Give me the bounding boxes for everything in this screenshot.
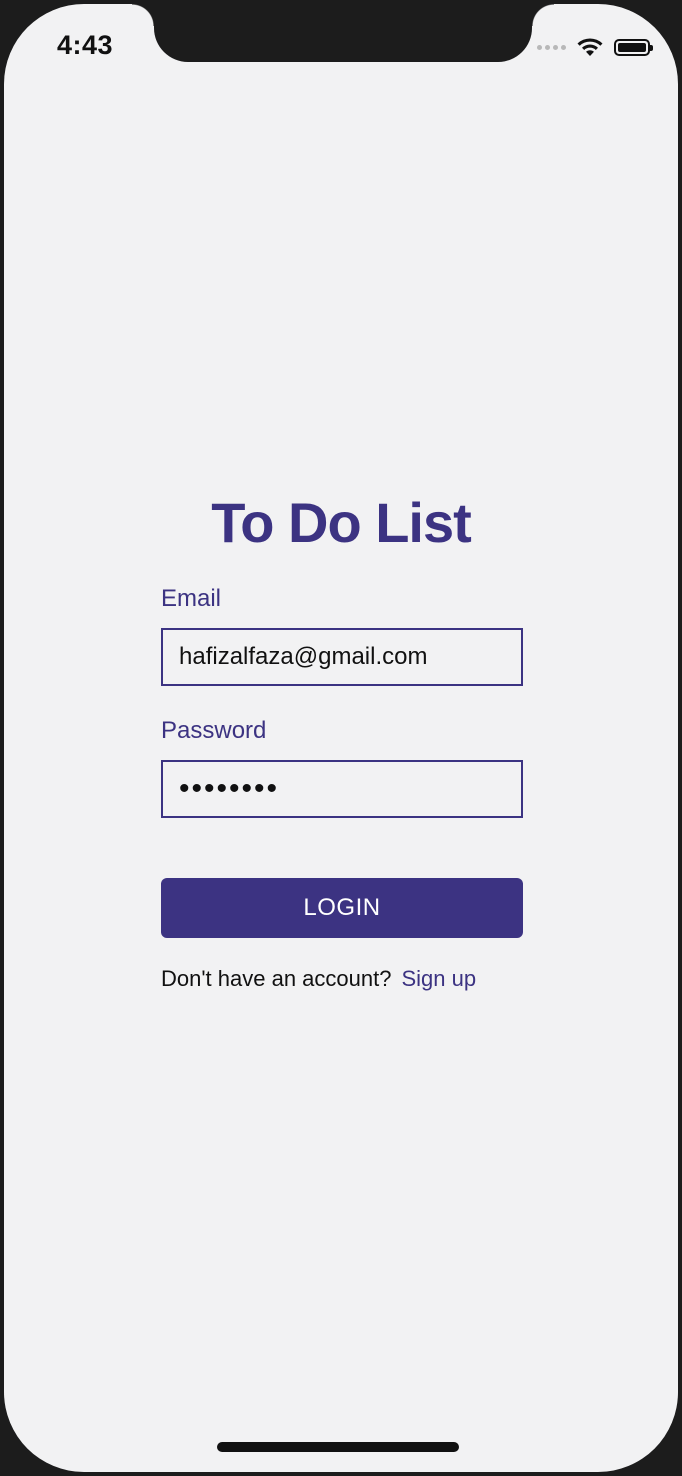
status-icons <box>537 36 654 58</box>
app-title: To Do List <box>211 491 472 554</box>
home-indicator[interactable] <box>217 1442 459 1452</box>
login-button[interactable]: LOGIN <box>161 878 523 938</box>
device-frame: 4:43 To Do List Email Password LOGIN Don… <box>0 0 682 1476</box>
battery-icon <box>614 38 653 56</box>
screen: 4:43 To Do List Email Password LOGIN Don… <box>4 4 678 1472</box>
signal-dots-icon <box>537 44 566 50</box>
password-label: Password <box>161 717 267 744</box>
signup-link[interactable]: Sign up <box>401 966 476 991</box>
device-notch <box>132 4 554 62</box>
login-form: Email Password LOGIN Don't have an accou… <box>161 584 523 992</box>
signup-prompt: Don't have an account? <box>161 966 392 991</box>
email-field[interactable] <box>161 628 523 686</box>
status-time: 4:43 <box>57 30 114 60</box>
wifi-icon <box>577 38 603 56</box>
email-label: Email <box>161 585 222 612</box>
password-field[interactable] <box>161 760 523 818</box>
signup-row: Don't have an account? Sign up <box>161 966 523 992</box>
